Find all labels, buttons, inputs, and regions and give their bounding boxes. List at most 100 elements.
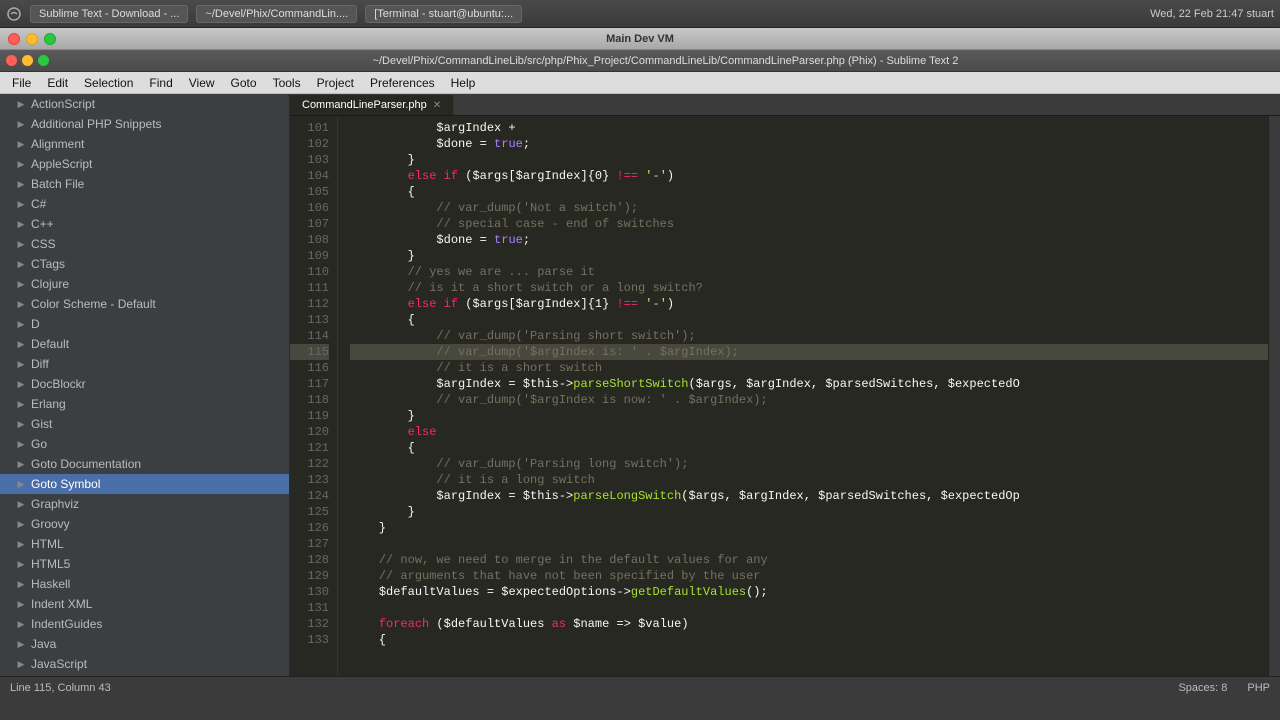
- line-number: 115: [290, 344, 329, 360]
- sidebar-item-goto-documentation[interactable]: ▶Goto Documentation: [0, 454, 289, 474]
- sidebar-item-diff[interactable]: ▶Diff: [0, 354, 289, 374]
- sidebar-arrow-icon: ▶: [16, 519, 26, 529]
- sidebar-item-applescript[interactable]: ▶AppleScript: [0, 154, 289, 174]
- menubar: FileEditSelectionFindViewGotoToolsProjec…: [0, 72, 1280, 94]
- code-line: $defaultValues = $expectedOptions->getDe…: [350, 584, 1268, 600]
- sidebar-item-c++[interactable]: ▶C++: [0, 214, 289, 234]
- sidebar-arrow-icon: ▶: [16, 339, 26, 349]
- sidebar-item-graphviz[interactable]: ▶Graphviz: [0, 494, 289, 514]
- menu-item-help[interactable]: Help: [443, 74, 484, 92]
- sidebar-item-label: C++: [31, 217, 54, 231]
- system-right: Wed, 22 Feb 21:47 stuart: [1150, 8, 1274, 20]
- sidebar-item-html[interactable]: ▶ HTML: [0, 534, 289, 554]
- line-number: 105: [290, 184, 329, 200]
- sidebar-arrow-icon: ▶: [16, 119, 26, 129]
- line-number: 113: [290, 312, 329, 328]
- editor-tab[interactable]: CommandLineParser.php✕: [290, 95, 454, 115]
- file-path: ~/Devel/Phix/CommandLineLib/src/php/Phix…: [57, 55, 1274, 67]
- sidebar-item-label: Alignment: [31, 137, 84, 151]
- sidebar-item-color-scheme---default[interactable]: ▶Color Scheme - Default: [0, 294, 289, 314]
- file-manager-tab[interactable]: ~/Devel/Phix/CommandLin....: [196, 5, 357, 23]
- code-line: // var_dump('$argIndex is: ' . $argIndex…: [350, 344, 1268, 360]
- sidebar-item-groovy[interactable]: ▶Groovy: [0, 514, 289, 534]
- sidebar-item-label: JavaScript: [31, 657, 87, 671]
- maximize-button[interactable]: [44, 33, 56, 45]
- code-line: // now, we need to merge in the default …: [350, 552, 1268, 568]
- browser-tab[interactable]: Sublime Text - Download - ...: [30, 5, 188, 23]
- sidebar-arrow-icon: ▶: [16, 299, 26, 309]
- sidebar-item-docblockr[interactable]: ▶DocBlockr: [0, 374, 289, 394]
- code-content[interactable]: $argIndex + $done = true; } else if ($ar…: [338, 116, 1268, 676]
- sidebar-item-label: IndentGuides: [31, 617, 102, 631]
- sidebar-item-html5[interactable]: ▶HTML5: [0, 554, 289, 574]
- browser-tab-label: Sublime Text - Download - ...: [39, 8, 179, 20]
- menu-item-project[interactable]: Project: [309, 74, 362, 92]
- sidebar-item-javascript[interactable]: ▶JavaScript: [0, 654, 289, 674]
- sidebar-item-default[interactable]: ▶Default: [0, 334, 289, 354]
- menu-item-selection[interactable]: Selection: [76, 74, 141, 92]
- sidebar: ▶ActionScript▶Additional PHP Snippets▶Al…: [0, 94, 290, 676]
- line-number: 109: [290, 248, 329, 264]
- right-scrollbar[interactable]: [1268, 116, 1280, 676]
- code-line: else if ($args[$argIndex]{0} !== '-'): [350, 168, 1268, 184]
- sidebar-item-indent-xml[interactable]: ▶Indent XML: [0, 594, 289, 614]
- code-line: {: [350, 440, 1268, 456]
- sidebar-arrow-icon: ▶: [16, 459, 26, 469]
- sidebar-item-java[interactable]: ▶Java: [0, 634, 289, 654]
- cursor-position: Line 115, Column 43: [10, 682, 111, 694]
- spaces-info: Spaces: 8: [1178, 682, 1227, 694]
- sidebar-item-css[interactable]: ▶CSS: [0, 234, 289, 254]
- sidebar-item-label: C#: [31, 197, 46, 211]
- sidebar-item-label: Java: [31, 637, 56, 651]
- code-line: // it is a short switch: [350, 360, 1268, 376]
- sidebar-item-actionscript[interactable]: ▶ActionScript: [0, 94, 289, 114]
- editor-area: CommandLineParser.php✕ 10110210310410510…: [290, 94, 1280, 676]
- sidebar-arrow-icon: ▶: [16, 319, 26, 329]
- path-minimize-button[interactable]: [22, 55, 33, 66]
- sidebar-item-erlang[interactable]: ▶Erlang: [0, 394, 289, 414]
- sidebar-item-indentguides[interactable]: ▶IndentGuides: [0, 614, 289, 634]
- sidebar-arrow-icon: ▶: [16, 539, 26, 549]
- sidebar-item-ctags[interactable]: ▶CTags: [0, 254, 289, 274]
- sidebar-item-label: HTML5: [31, 557, 70, 571]
- sidebar-item-c#[interactable]: ▶C#: [0, 194, 289, 214]
- sidebar-item-gist[interactable]: ▶Gist: [0, 414, 289, 434]
- path-maximize-button[interactable]: [38, 55, 49, 66]
- menu-item-preferences[interactable]: Preferences: [362, 74, 443, 92]
- minimize-button[interactable]: [26, 33, 38, 45]
- line-number: 107: [290, 216, 329, 232]
- sidebar-item-batch-file[interactable]: ▶Batch File: [0, 174, 289, 194]
- sidebar-arrow-icon: ▶: [16, 379, 26, 389]
- line-number: 117: [290, 376, 329, 392]
- sidebar-item-label: Indent XML: [31, 597, 92, 611]
- menu-item-goto[interactable]: Goto: [223, 74, 265, 92]
- terminal-tab[interactable]: [Terminal - stuart@ubuntu:...: [365, 5, 522, 23]
- sidebar-item-additional-php-snippets[interactable]: ▶ Additional PHP Snippets: [0, 114, 289, 134]
- menu-item-file[interactable]: File: [4, 74, 39, 92]
- tab-close-icon[interactable]: ✕: [433, 100, 441, 111]
- menu-item-tools[interactable]: Tools: [265, 74, 309, 92]
- close-button[interactable]: [8, 33, 20, 45]
- menu-item-view[interactable]: View: [181, 74, 223, 92]
- code-line: // yes we are ... parse it: [350, 264, 1268, 280]
- sidebar-arrow-icon: ▶: [16, 399, 26, 409]
- code-container[interactable]: 1011021031041051061071081091101111121131…: [290, 116, 1280, 676]
- menu-item-find[interactable]: Find: [141, 74, 180, 92]
- sidebar-item-go[interactable]: ▶Go: [0, 434, 289, 454]
- path-close-button[interactable]: [6, 55, 17, 66]
- sidebar-item-alignment[interactable]: ▶Alignment: [0, 134, 289, 154]
- sidebar-item-latex[interactable]: ▶LaTeX: [0, 674, 289, 676]
- sidebar-item-d[interactable]: ▶D: [0, 314, 289, 334]
- sidebar-item-haskell[interactable]: ▶Haskell: [0, 574, 289, 594]
- sidebar-item-goto-symbol[interactable]: ▶Goto Symbol: [0, 474, 289, 494]
- menu-item-edit[interactable]: Edit: [39, 74, 76, 92]
- sidebar-item-label: Additional PHP Snippets: [31, 117, 162, 131]
- sidebar-item-label: HTML: [31, 537, 64, 551]
- line-number: 123: [290, 472, 329, 488]
- sidebar-item-clojure[interactable]: ▶Clojure: [0, 274, 289, 294]
- sidebar-item-label: Diff: [31, 357, 49, 371]
- code-line: // is it a short switch or a long switch…: [350, 280, 1268, 296]
- line-number: 120: [290, 424, 329, 440]
- sidebar-arrow-icon: ▶: [16, 419, 26, 429]
- sidebar-item-label: Haskell: [31, 577, 70, 591]
